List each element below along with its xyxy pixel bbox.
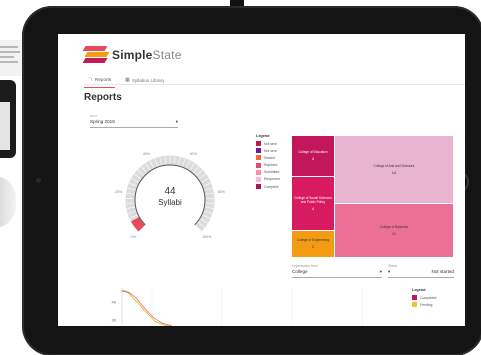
organization-level-select[interactable]: Organization level College ▾	[292, 264, 382, 278]
treemap-cell-name: College of Education	[298, 150, 328, 155]
term-select[interactable]: Term* Spring 2018 ▾	[90, 114, 178, 128]
legend-item: Not sent	[256, 141, 280, 146]
y-tick-label: 30	[112, 318, 117, 323]
simplestate-logo-icon	[82, 46, 110, 64]
brand-name: SimpleState	[112, 48, 182, 62]
legend-title: Legend	[412, 288, 426, 292]
legend-swatch	[256, 169, 261, 175]
legend-item: Reopened	[256, 176, 280, 182]
y-tick-label: 40	[112, 300, 117, 305]
treemap-cell-name: College of Business	[379, 225, 409, 230]
gauge-count: 44	[164, 186, 176, 197]
treemap-cell[interactable]: College of Business 11	[334, 204, 454, 258]
legend-swatch	[412, 295, 417, 300]
completion-line-chart: 40 30	[112, 288, 363, 326]
legend-item: Started	[256, 155, 280, 161]
syllabi-gauge: 0% 20% 40% 60% 80% 100% 44 Syllabi	[110, 138, 230, 248]
legend-label: Not sent	[264, 141, 277, 146]
legend-label: Reopened	[264, 177, 280, 182]
status-legend: Legend Not sent Not sent Started Rejected Su…	[256, 134, 280, 191]
legend-swatch	[256, 155, 261, 161]
tab-label: Reports	[95, 77, 112, 82]
status-value-row[interactable]: ▾ Not started	[388, 268, 454, 278]
legend-label: Completed	[420, 295, 437, 300]
tab-bar: 〽 Reports ▦ Syllabus Library	[84, 74, 175, 88]
front-camera	[36, 178, 41, 183]
brand-main: Simple	[112, 48, 153, 62]
page-title: Reports	[84, 92, 122, 103]
legend-label: Started	[264, 155, 275, 160]
term-value: Spring 2018	[90, 119, 115, 124]
treemap-cell-count: 14	[391, 170, 397, 176]
treemap-cell-count: 3	[311, 156, 315, 162]
term-value-row[interactable]: Spring 2018 ▾	[90, 118, 178, 128]
legend-title: Legend	[256, 134, 270, 138]
treemap-cell-count: 4	[311, 205, 315, 211]
gauge-fill	[131, 216, 146, 232]
status-value: Not started	[431, 269, 454, 274]
tab-syllabus-library[interactable]: ▦ Syllabus Library	[121, 74, 168, 88]
gauge-tick-label: 60%	[190, 152, 198, 156]
brand: SimpleState	[82, 46, 182, 64]
pending-series-line	[121, 289, 172, 326]
organization-value-row[interactable]: College ▾	[292, 268, 382, 278]
legend-item: Pending	[412, 302, 436, 308]
dropdown-arrow-icon: ▾	[388, 269, 391, 274]
treemap-cell-name: College of Engineering	[296, 238, 330, 243]
legend-item: Submitted	[256, 169, 280, 175]
tab-divider	[84, 84, 465, 85]
legend-item: Complete	[256, 184, 280, 190]
legend-swatch	[256, 148, 261, 154]
legend-label: Complete	[264, 184, 279, 189]
completed-series-line	[121, 290, 173, 326]
gauge-tick-label: 100%	[202, 235, 212, 239]
treemap-cell[interactable]: College of Engineering 2	[292, 230, 335, 258]
app-screen: SimpleState 〽 Reports ▦ Syllabus Library…	[58, 34, 465, 326]
gauge-unit: Syllabi	[158, 198, 182, 207]
phone-device	[0, 80, 16, 158]
legend-label: Not sent	[264, 148, 277, 153]
organization-value: College	[292, 269, 308, 274]
treemap-cell-name: College of Arts and Sciences	[373, 164, 415, 169]
trend-icon: 〽	[88, 77, 94, 83]
treemap-cell-count: 11	[391, 231, 396, 237]
legend-swatch	[256, 162, 261, 168]
treemap-cell[interactable]: College of Social Sciences and Public Po…	[292, 176, 335, 231]
completion-legend: Legend Completed Pending	[412, 288, 436, 309]
gauge-tick-label: 0%	[131, 235, 137, 239]
tab-label: Syllabus Library	[131, 77, 165, 83]
legend-label: Rejected	[264, 163, 278, 168]
legend-label: Pending	[420, 302, 433, 307]
treemap-cell-name: College of Social Sciences and Public Po…	[294, 195, 332, 204]
legend-swatch	[256, 141, 261, 146]
legend-item: Not sent	[256, 148, 280, 154]
treemap-cell[interactable]: College of Education 3	[292, 136, 335, 177]
legend-swatch	[256, 184, 261, 190]
tab-reports[interactable]: 〽 Reports	[84, 74, 116, 88]
legend-item: Completed	[412, 295, 436, 300]
treemap-cell[interactable]: College of Arts and Sciences 14	[334, 136, 454, 205]
legend-label: Submitted	[264, 170, 280, 175]
legend-item: Rejected	[256, 162, 280, 168]
library-icon: ▦	[125, 77, 130, 83]
tablet-frame: SimpleState 〽 Reports ▦ Syllabus Library…	[22, 6, 481, 355]
legend-swatch	[256, 176, 261, 182]
brand-accent: State	[152, 48, 182, 62]
college-treemap: College of Education 3 College of Social S…	[292, 136, 454, 258]
dropdown-arrow-icon: ▾	[175, 119, 178, 124]
treemap-cell-count: 2	[311, 244, 315, 250]
dropdown-arrow-icon: ▾	[379, 269, 382, 274]
status-select[interactable]: Status ▾ Not started	[388, 264, 454, 278]
device-stand	[0, 176, 16, 228]
gauge-tick-label: 40%	[143, 152, 151, 156]
legend-swatch	[412, 302, 417, 308]
